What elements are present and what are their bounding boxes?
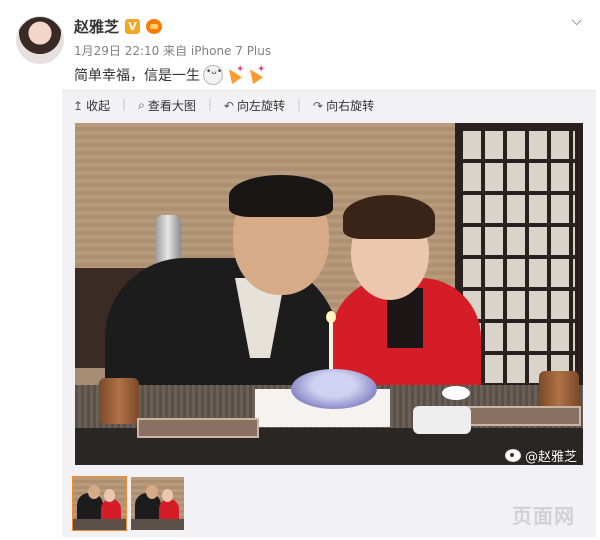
view-large-label: 查看大图: [147, 99, 196, 113]
photo-candle: [329, 319, 333, 373]
photo-tea-cup: [99, 378, 139, 424]
toolbar-divider: |: [297, 97, 302, 111]
rotate-left-label: 向左旋转: [236, 99, 285, 113]
view-large-button[interactable]: ⌕ 查看大图: [138, 97, 196, 114]
photo-tray: [137, 418, 259, 438]
thumbnail-man-head: [88, 485, 100, 499]
photo-cake: [291, 369, 377, 409]
thumbnail-woman-head: [162, 489, 173, 502]
media-toolbar: ↥ 收起 | ⌕ 查看大图 | ↶ 向左旋转 | ↷ 向右旋转: [73, 97, 374, 114]
rotate-right-button[interactable]: ↷ 向右旋转: [313, 97, 374, 114]
toolbar-divider: |: [207, 97, 212, 111]
avatar[interactable]: [16, 16, 64, 64]
photo-tray: [465, 406, 581, 426]
thumbnail-woman: [159, 499, 179, 521]
thumbnail-woman: [101, 499, 121, 521]
post-menu-chevron-down-icon[interactable]: ⌵: [571, 13, 582, 29]
site-watermark: 页面网: [512, 504, 575, 528]
doge-emoji-icon: [203, 65, 223, 85]
photo-man-hair: [229, 175, 333, 217]
magnifier-icon: ⌕: [138, 98, 145, 112]
party-popper-icon: [226, 64, 244, 84]
thumbnail-1[interactable]: [72, 476, 127, 531]
toolbar-divider: |: [122, 97, 127, 111]
photo-plate: [413, 406, 471, 434]
photo-candle-flame: [326, 311, 336, 323]
collapse-label: 收起: [86, 99, 111, 113]
rotate-left-icon: ↶: [223, 98, 234, 113]
post-meta: 1月29日 22:10 来自 iPhone 7 Plus: [74, 44, 272, 58]
vip-crown-icon[interactable]: [146, 18, 163, 34]
post-photo[interactable]: [75, 123, 583, 465]
photo-woman-hair: [343, 195, 435, 239]
post-text: 简单幸福，信是一生: [74, 64, 265, 85]
watermark-text: @赵雅芝: [525, 450, 578, 465]
thumbnail-table: [73, 519, 126, 530]
thumbnail-table: [131, 519, 184, 530]
username-link[interactable]: 赵雅芝: [74, 16, 119, 37]
photo-bowl: [442, 386, 470, 400]
collapse-icon: ↥: [73, 98, 84, 113]
collapse-button[interactable]: ↥ 收起: [73, 97, 110, 114]
rotate-right-icon: ↷: [313, 98, 324, 113]
post-text-content: 简单幸福，信是一生: [74, 68, 200, 84]
thumbnail-man-head: [146, 485, 158, 499]
thumbnail-strip: [72, 476, 184, 531]
name-row: 赵雅芝 V: [74, 15, 163, 37]
rotate-right-label: 向右旋转: [326, 99, 375, 113]
photo-watermark: @赵雅芝: [505, 446, 577, 465]
thumbnail-woman-head: [104, 489, 115, 502]
party-popper-icon: [247, 64, 265, 84]
verified-badge-icon[interactable]: V: [125, 18, 141, 34]
weibo-post-card: 赵雅芝 V ⌵ 1月29日 22:10 来自 iPhone 7 Plus 简单幸…: [0, 0, 600, 540]
rotate-left-button[interactable]: ↶ 向左旋转: [224, 97, 285, 114]
weibo-logo-icon: [505, 449, 521, 462]
thumbnail-2[interactable]: [131, 477, 184, 530]
